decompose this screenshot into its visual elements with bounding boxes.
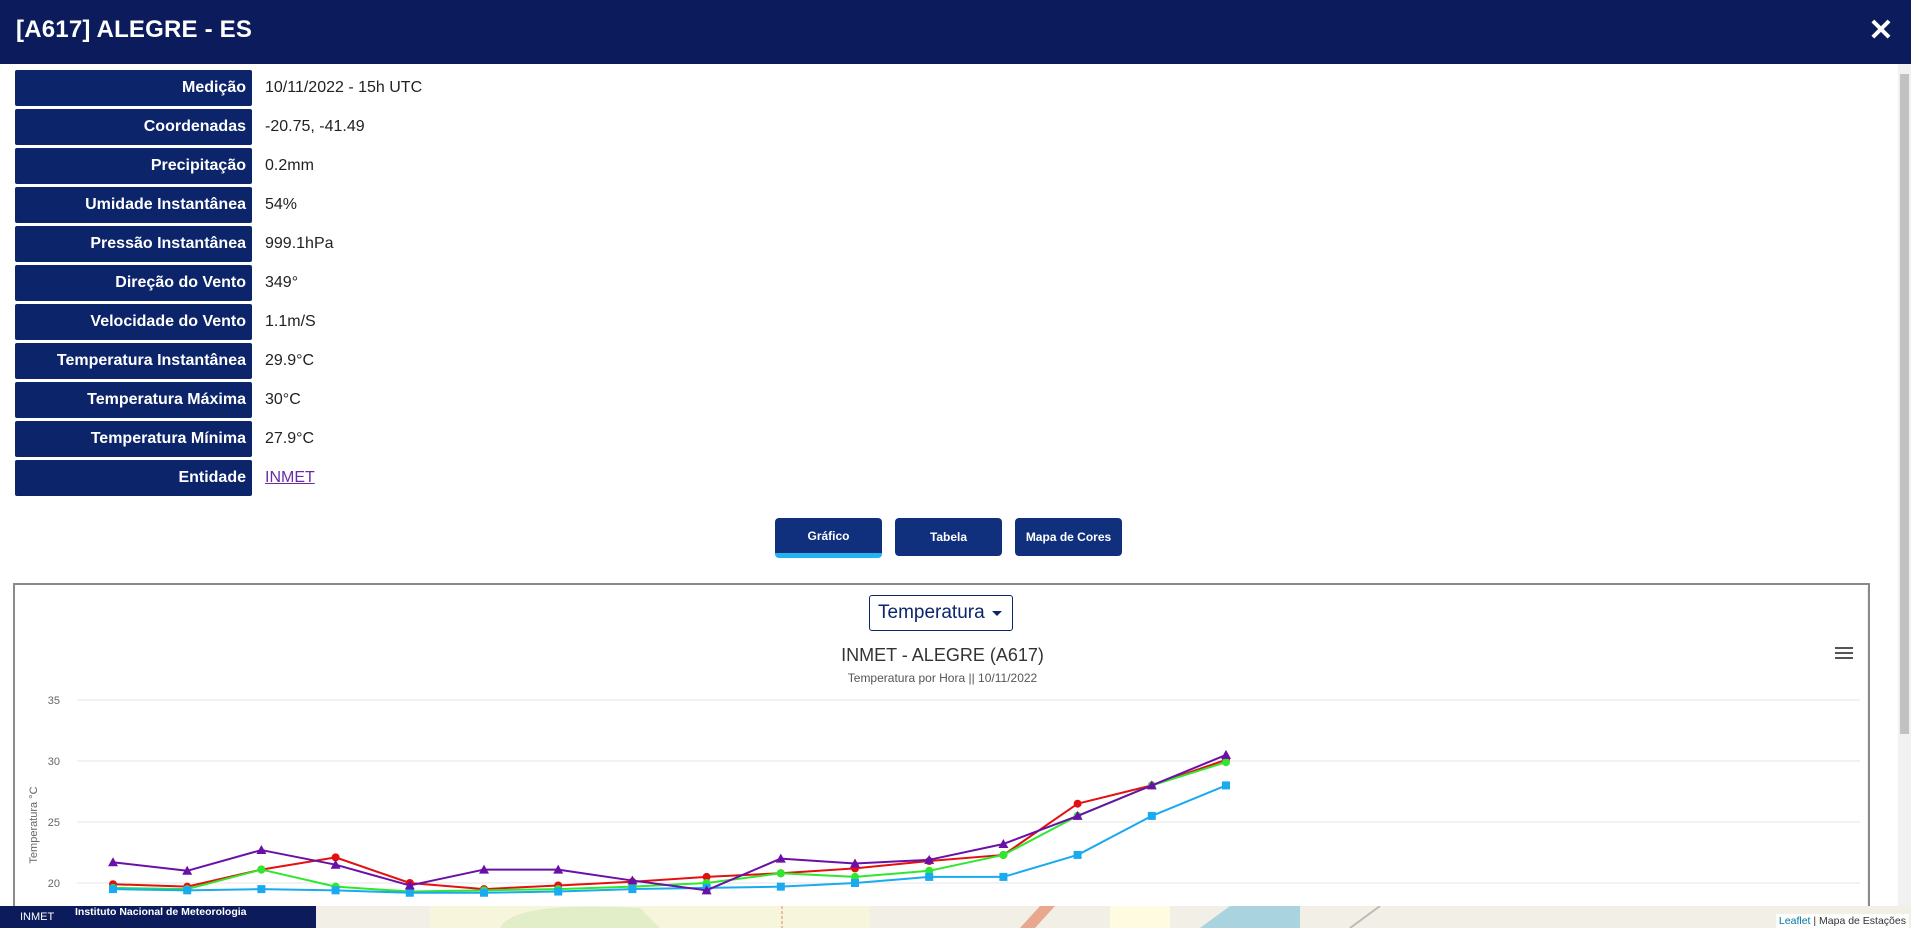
- series-point: [1222, 781, 1230, 790]
- series-point: [109, 885, 117, 894]
- y-tick-label: 25: [48, 817, 60, 829]
- series-point: [554, 887, 563, 896]
- y-tick-label: 35: [48, 695, 60, 707]
- page-scrollbar[interactable]: [1898, 64, 1911, 928]
- info-row-precipitacao: Precipitação 0.2mm: [15, 146, 422, 185]
- brand-long: Instituto Nacional de Meteorologia: [75, 906, 247, 918]
- tab-mapa-de-cores[interactable]: Mapa de Cores: [1015, 518, 1122, 556]
- info-row-pressao: Pressão Instantânea 999.1hPa: [15, 224, 422, 263]
- station-info-table: Medição 10/11/2022 - 15h UTC Coordenadas…: [15, 68, 422, 497]
- info-label: Temperatura Mínima: [15, 420, 252, 457]
- brand-short: INMET: [20, 911, 55, 923]
- info-value: 27.9°C: [265, 429, 315, 447]
- info-label: Coordenadas: [15, 108, 252, 145]
- series-line-2: [112, 784, 1227, 894]
- series-point: [257, 865, 266, 874]
- close-icon[interactable]: ✕: [1863, 12, 1899, 48]
- series-point: [1222, 758, 1230, 767]
- info-label: Precipitação: [15, 147, 252, 184]
- info-row-temp-instantanea: Temperatura Instantânea 29.9°C: [15, 341, 422, 380]
- series-point: [256, 845, 267, 855]
- entidade-link[interactable]: INMET: [252, 469, 315, 487]
- station-title: [A617] ALEGRE - ES: [16, 16, 253, 43]
- info-value: 10/11/2022 - 15h UTC: [265, 78, 423, 96]
- leaflet-link[interactable]: Leaflet: [1779, 915, 1811, 927]
- info-row-velocidade-vento: Velocidade do Vento 1.1m/S: [15, 302, 422, 341]
- info-row-umidade: Umidade Instantânea 54%: [15, 185, 422, 224]
- info-row-medicao: Medição 10/11/2022 - 15h UTC: [15, 68, 422, 107]
- tab-tabela[interactable]: Tabela: [895, 518, 1002, 556]
- temperature-line-chart: 20 25 30 35 Temperatura °C: [28, 695, 1860, 897]
- inmet-brand: INMET Instituto Nacional de Meteorologia: [0, 906, 316, 928]
- info-value: 349°: [265, 273, 299, 291]
- series-point: [1221, 749, 1231, 759]
- info-label: Direção do Vento: [15, 264, 252, 301]
- series-point: [1073, 799, 1082, 808]
- tab-grafico[interactable]: Gráfico: [775, 518, 882, 558]
- y-tick-label: 20: [48, 878, 60, 890]
- series-point: [1073, 850, 1082, 859]
- chart-scrollbar-thumb[interactable]: [1868, 601, 1870, 928]
- info-row-entidade: Entidade INMET: [15, 458, 422, 497]
- info-row-direcao-vento: Direção do Vento 349°: [15, 263, 422, 302]
- info-value: 0.2mm: [265, 156, 314, 174]
- series-line-3: [112, 753, 1227, 892]
- window-header: [A617] ALEGRE - ES ✕: [0, 0, 1911, 64]
- series-line-1: [112, 761, 1227, 893]
- y-axis-label: Temperatura °C: [28, 786, 40, 863]
- info-row-temp-maxima: Temperatura Máxima 30°C: [15, 380, 422, 419]
- series-line-0: [112, 758, 1227, 891]
- info-label: Entidade: [15, 459, 252, 496]
- series-point: [999, 872, 1008, 881]
- info-value: -20.75, -41.49: [265, 117, 365, 135]
- info-value: 29.9°C: [265, 351, 315, 369]
- info-label: Velocidade do Vento: [15, 303, 252, 340]
- info-row-coordenadas: Coordenadas -20.75, -41.49: [15, 107, 422, 146]
- info-label: Pressão Instantânea: [15, 225, 252, 262]
- info-label: Temperatura Máxima: [15, 381, 252, 418]
- map-attribution: Leaflet | Mapa de Estações: [1775, 914, 1909, 928]
- series-point: [480, 888, 488, 897]
- y-tick-label: 30: [48, 756, 60, 768]
- series-point: [776, 882, 785, 891]
- series-point: [1147, 811, 1156, 820]
- info-value: 54%: [265, 195, 298, 213]
- series-point: [999, 850, 1008, 859]
- series-point: [257, 885, 266, 894]
- info-label: Umidade Instantânea: [15, 186, 252, 223]
- map-footer: INMET Instituto Nacional de Meteorologia…: [0, 906, 1911, 928]
- series-point: [628, 885, 637, 894]
- series-point: [851, 879, 859, 887]
- info-value: 1.1m/S: [265, 312, 316, 330]
- info-label: Temperatura Instantânea: [15, 342, 252, 379]
- series-point: [331, 886, 340, 895]
- series-point: [183, 886, 192, 895]
- series-point: [925, 872, 934, 881]
- info-value: 999.1hPa: [265, 234, 334, 252]
- attribution-text: | Mapa de Estações: [1813, 915, 1906, 927]
- info-value: 30°C: [265, 390, 301, 408]
- series-point: [776, 869, 785, 878]
- series-point: [405, 888, 414, 897]
- info-label: Medição: [15, 69, 252, 106]
- page-scrollbar-thumb[interactable]: [1900, 74, 1909, 734]
- chart-panel: Temperatura INMET - ALEGRE (A617) Temper…: [13, 583, 1870, 928]
- info-row-temp-minima: Temperatura Mínima 27.9°C: [15, 419, 422, 458]
- chart-scrollbar[interactable]: [1867, 587, 1870, 928]
